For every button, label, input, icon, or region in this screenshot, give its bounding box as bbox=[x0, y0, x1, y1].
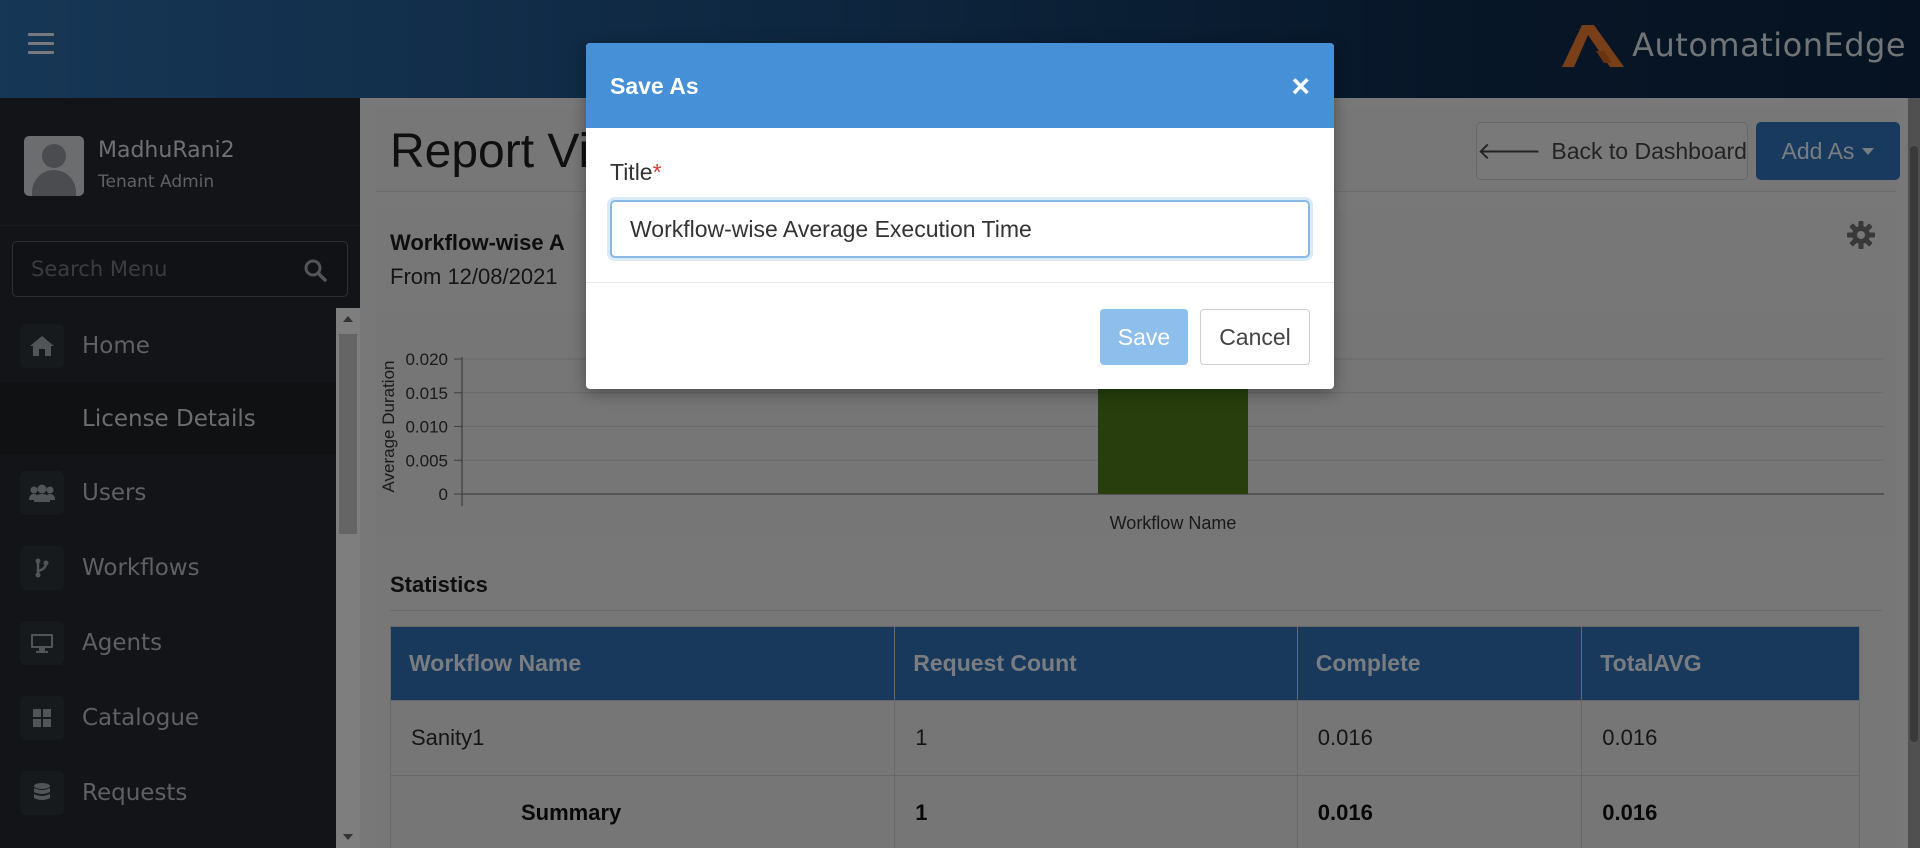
dialog-header: Save As × bbox=[586, 43, 1334, 128]
save-button[interactable]: Save bbox=[1100, 309, 1188, 365]
save-as-dialog: Save As × Title* Save Cancel bbox=[586, 43, 1334, 389]
required-asterisk: * bbox=[652, 159, 662, 185]
cancel-button[interactable]: Cancel bbox=[1200, 309, 1310, 365]
title-label-text: Title bbox=[610, 159, 653, 185]
title-field-label: Title* bbox=[610, 159, 662, 186]
dialog-title: Save As bbox=[610, 73, 699, 99]
close-icon[interactable]: × bbox=[1291, 70, 1310, 102]
divider bbox=[586, 282, 1334, 283]
title-input[interactable] bbox=[610, 200, 1310, 258]
